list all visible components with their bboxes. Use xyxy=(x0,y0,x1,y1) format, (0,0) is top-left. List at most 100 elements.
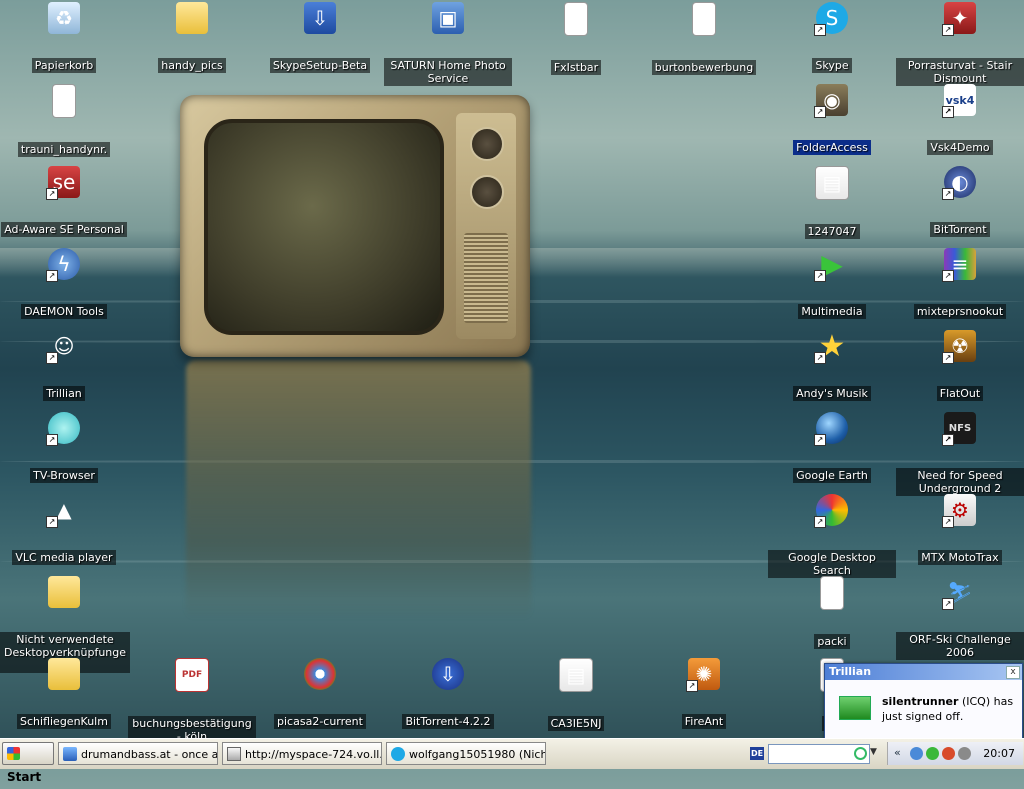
desktop-icon-label: Papierkorb xyxy=(31,58,97,73)
desktop-icon-porrasturvat-stair-dismount[interactable]: ✦ ↗ Porrasturvat - Stair Dismount xyxy=(896,2,1024,86)
desktop[interactable]: ♻ Papierkorb handy_pics ⇩ SkypeSetup-Beta ▣ SA… xyxy=(0,0,1024,738)
desktop-icon-label: burtonbewerbung xyxy=(651,60,757,75)
desktop-icon-mtx-mototrax[interactable]: ⚙ ↗ MTX MotoTrax xyxy=(896,494,1024,565)
desktop-icon-vsk4demo[interactable]: vsk4 ↗ Vsk4Demo xyxy=(896,84,1024,155)
desktop-icon-skype[interactable]: S ↗ Skype xyxy=(768,2,896,73)
desktop-icon-vlc-media-player[interactable]: ▲ ↗ VLC media player xyxy=(0,494,128,565)
notification-title: Trillian xyxy=(825,664,1022,680)
shortcut-arrow-icon: ↗ xyxy=(814,270,826,282)
desktop-icon-label: BitTorrent-4.2.2 xyxy=(402,714,494,729)
desktop-icon-label: Porrasturvat - Stair Dismount xyxy=(896,58,1024,86)
text-file-icon xyxy=(820,576,844,610)
desktop-icon-label: SATURN Home Photo Service xyxy=(384,58,512,86)
desktop-icon-label: Ad-Aware SE Personal xyxy=(1,222,127,237)
icq-tray-icon[interactable] xyxy=(926,747,939,760)
taskbar-button-skype[interactable]: wolfgang15051980 (Nich... xyxy=(386,742,546,765)
skier-icon: ⛷ ↗ xyxy=(942,576,976,610)
desktop-icon-daemon-tools[interactable]: ϟ ↗ DAEMON Tools xyxy=(0,248,128,319)
motocross-icon: ⚙ ↗ xyxy=(942,494,976,528)
desktop-icon-trillian[interactable]: ☺ ↗ Trillian xyxy=(0,330,128,401)
desktop-icon-picasa2-current[interactable]: picasa2-current xyxy=(256,658,384,729)
desktop-icon-trauni-handynr-[interactable]: trauni_handynr. xyxy=(0,84,128,157)
task-label: http://myspace-724.vo.ll... xyxy=(245,748,382,761)
google-search-icon[interactable] xyxy=(854,747,867,760)
folder-icon xyxy=(176,2,208,34)
desktop-icon-fireant[interactable]: ✺ ↗ FireAnt xyxy=(640,658,768,729)
tv-browser-icon: ↗ xyxy=(46,412,80,446)
desktop-icon-need-for-speed-underground-2[interactable]: NFS ↗ Need for Speed Underground 2 xyxy=(896,412,1024,496)
desktop-icon-folderaccess[interactable]: ◉ ↗ FolderAccess xyxy=(768,84,896,155)
desktop-icon-label: VLC media player xyxy=(12,550,116,565)
shortcut-arrow-icon: ↗ xyxy=(814,106,826,118)
desktop-icon-burtonbewerbung[interactable]: burtonbewerbung xyxy=(640,2,768,75)
network-icon[interactable] xyxy=(910,747,923,760)
folder-icon xyxy=(48,658,80,690)
desktop-icon-label: FireAnt xyxy=(681,714,727,729)
shortcut-arrow-icon: ↗ xyxy=(814,434,826,446)
desktop-icon-bittorrent[interactable]: ◐ ↗ BitTorrent xyxy=(896,166,1024,237)
browser-icon xyxy=(63,747,77,761)
desktop-icon-label: SkypeSetup-Beta xyxy=(269,58,371,73)
desktop-icon-tv-browser[interactable]: ↗ TV-Browser xyxy=(0,412,128,483)
desktop-icon-skypesetup-beta[interactable]: ⇩ SkypeSetup-Beta xyxy=(256,2,384,73)
google-earth-icon: ↗ xyxy=(814,412,848,446)
desktop-icon-saturn-home-photo-service[interactable]: ▣ SATURN Home Photo Service xyxy=(384,2,512,86)
desktop-icon-google-earth[interactable]: ↗ Google Earth xyxy=(768,412,896,483)
desktop-icon-multimedia[interactable]: ▶ ↗ Multimedia xyxy=(768,248,896,319)
taskbar: Start drumandbass.at - once a... http://… xyxy=(0,738,1024,784)
shortcut-arrow-icon: ↗ xyxy=(942,598,954,610)
antivirus-tray-icon[interactable] xyxy=(942,747,955,760)
tv-speaker-grille xyxy=(464,233,508,323)
desktop-icon-ca3ie5nj[interactable]: ▤ CA3IE5NJ xyxy=(512,658,640,731)
desktop-icon-schifliegenkulm[interactable]: SchifliegenKulm xyxy=(0,658,128,729)
taskbar-button-browser-2[interactable]: http://myspace-724.vo.ll... xyxy=(222,742,382,765)
desktop-icon-ad-aware-se-personal[interactable]: se ↗ Ad-Aware SE Personal xyxy=(0,166,128,237)
shortcut-arrow-icon: ↗ xyxy=(46,434,58,446)
desktop-icon-mixteprsnookut[interactable]: ≡ ↗ mixteprsnookut xyxy=(896,248,1024,319)
desktop-icon-buchungsbest-tigung-k-ln[interactable]: PDF buchungsbestätigung - köln xyxy=(128,658,256,738)
trillian-notification[interactable]: Trillian x silentrunner (ICQ) has just s… xyxy=(824,663,1023,738)
tv-screen xyxy=(204,119,444,335)
desktop-icon-bittorrent-4-2-2[interactable]: ⇩ BitTorrent-4.2.2 xyxy=(384,658,512,729)
desktop-icon-papierkorb[interactable]: ♻ Papierkorb xyxy=(0,2,128,73)
folder-icon xyxy=(48,576,80,608)
bittorrent-icon: ◐ ↗ xyxy=(942,166,976,200)
desktop-icon-fxistbar[interactable]: FxIstbar xyxy=(512,2,640,75)
game-icon: ✦ ↗ xyxy=(942,2,976,36)
shortcut-arrow-icon: ↗ xyxy=(46,352,58,364)
desktop-icon-andy-s-musik[interactable]: ★ ↗ Andy's Musik xyxy=(768,329,896,401)
speaker-tray-icon[interactable] xyxy=(958,747,971,760)
desktop-icon-orf-ski-challenge-2006[interactable]: ⛷ ↗ ORF-Ski Challenge 2006 xyxy=(896,576,1024,660)
desktop-icon-label: packi xyxy=(814,634,850,649)
picasa-icon xyxy=(304,658,336,690)
chevron-down-icon[interactable]: ▼ xyxy=(870,747,877,757)
close-icon[interactable]: x xyxy=(1006,666,1020,679)
text-file-icon xyxy=(564,2,588,36)
task-label: drumandbass.at - once a... xyxy=(81,748,218,761)
desktop-icon-label: Google Desktop Search xyxy=(768,550,896,578)
skype-icon: S ↗ xyxy=(814,2,848,36)
shortcut-arrow-icon: ↗ xyxy=(942,352,954,364)
vsk-icon: vsk4 ↗ xyxy=(942,84,976,118)
desktop-icon-1247047[interactable]: ▤ 1247047 xyxy=(768,166,896,239)
tray-expand-chevron-icon[interactable]: « xyxy=(894,746,901,759)
desktop-icon-packi[interactable]: packi xyxy=(768,576,896,649)
shortcut-arrow-icon: ↗ xyxy=(46,516,58,528)
desktop-icon-handy-pics[interactable]: handy_pics xyxy=(128,2,256,73)
desktop-icon-label: FlatOut xyxy=(936,386,984,401)
shortcut-arrow-icon: ↗ xyxy=(686,680,698,692)
taskbar-button-browser-1[interactable]: drumandbass.at - once a... xyxy=(58,742,218,765)
image-file-icon: ▤ xyxy=(559,658,593,692)
desktop-icon-flatout[interactable]: ☢ ↗ FlatOut xyxy=(896,330,1024,401)
pdf-file-icon: PDF xyxy=(175,658,209,692)
language-indicator[interactable]: DE xyxy=(750,747,764,760)
shortcut-arrow-icon: ↗ xyxy=(942,24,954,36)
winrar-icon: ≡ ↗ xyxy=(942,248,976,282)
start-button[interactable]: Start xyxy=(2,742,54,784)
desktop-search-input[interactable] xyxy=(768,744,870,764)
clock[interactable]: 20:07 xyxy=(983,747,1015,760)
desktop-icon-google-desktop-search[interactable]: ↗ Google Desktop Search xyxy=(768,494,896,578)
desktop-icon-label: FxIstbar xyxy=(550,60,602,75)
desktop-icon-label: BitTorrent xyxy=(930,222,990,237)
shortcut-arrow-icon: ↗ xyxy=(814,352,826,364)
